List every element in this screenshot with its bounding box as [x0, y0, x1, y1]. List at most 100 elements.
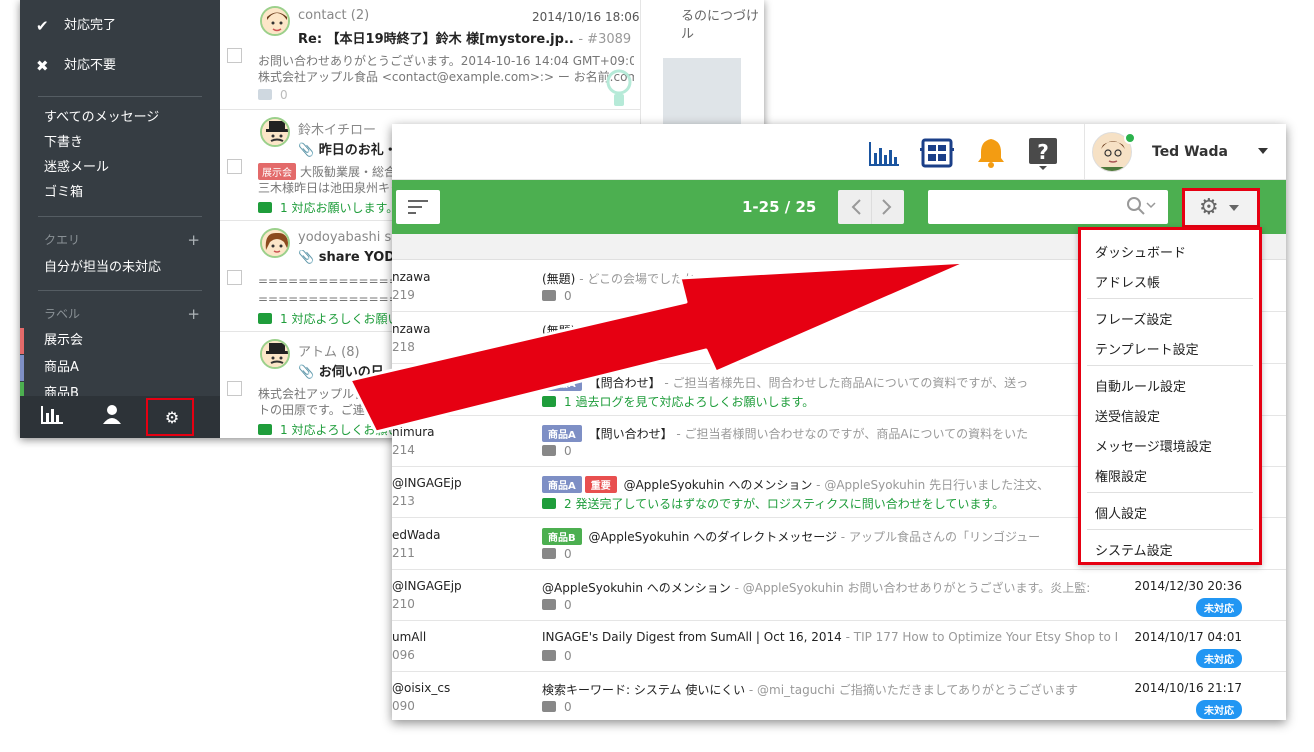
- message-id: 219: [392, 288, 415, 302]
- message-date: 2014/10/16 21:17: [1134, 681, 1242, 695]
- menu-divider: [1087, 492, 1253, 493]
- comment-count: 1 対応お願いします。: [258, 199, 398, 216]
- sidebar-item-trash[interactable]: ゴミ箱: [20, 181, 220, 205]
- comment-icon: [542, 290, 556, 301]
- sender-name: contact (2): [298, 8, 370, 23]
- add-label-icon[interactable]: +: [187, 302, 200, 326]
- table-row[interactable]: @oisix_cs 090 検索キーワード: システム 使いにくい - @mi_…: [392, 672, 1286, 720]
- menu-item-template-settings[interactable]: テンプレート設定: [1095, 339, 1199, 358]
- message-preview: - TIP 177 How to Optimize Your Etsy Shop…: [841, 630, 1117, 644]
- stats-icon[interactable]: [866, 136, 900, 170]
- sidebar-section-queries: クエリ +: [20, 228, 220, 252]
- header: ? Ted Wada: [392, 124, 1286, 180]
- add-query-icon[interactable]: +: [187, 228, 200, 252]
- comment-icon: [542, 498, 556, 509]
- pagination-text: 1-25 / 25: [742, 198, 817, 216]
- row-checkbox[interactable]: [227, 159, 242, 174]
- chevron-down-icon[interactable]: [1258, 148, 1268, 154]
- comment-icon: [258, 313, 272, 324]
- row-checkbox[interactable]: [227, 381, 242, 396]
- menu-item-personal[interactable]: 個人設定: [1095, 503, 1147, 522]
- comment-icon: [542, 599, 556, 610]
- comment-count: 0: [542, 700, 572, 714]
- menu-divider: [1087, 365, 1253, 366]
- menu-item-phrase-settings[interactable]: フレーズ設定: [1095, 309, 1172, 328]
- menu-item-dashboard[interactable]: ダッシュボード: [1095, 242, 1186, 261]
- search-icon[interactable]: [1126, 196, 1156, 220]
- preview-text: るのにつづけ ル: [681, 9, 760, 42]
- message-date: 2014/10/16 18:06: [532, 10, 640, 24]
- comment-icon: [542, 396, 556, 407]
- message-preview: 株式会社アップル食品 <contact@example.com>:> ー お名前…: [258, 70, 634, 84]
- user-name[interactable]: Ted Wada: [1152, 144, 1228, 160]
- comment-count: 1 対応よろしくお願いし: [258, 421, 411, 438]
- message-id: 090: [392, 699, 415, 713]
- sidebar-item-label: 対応不要: [64, 58, 117, 73]
- sidebar-item-done[interactable]: ✔ 対応完了: [20, 14, 220, 38]
- sidebar-label-expo[interactable]: 展示会: [20, 329, 220, 353]
- table-row[interactable]: @INGAGEjp 210 @AppleSyokuhin へのメンション - @…: [392, 570, 1286, 621]
- subject-text: 【問い合わせ】: [588, 427, 673, 441]
- subject-text: 検索キーワード: システム 使いにくい: [542, 683, 746, 697]
- bell-icon[interactable]: [974, 136, 1008, 170]
- menu-item-auto-rules[interactable]: 自動ルール設定: [1095, 376, 1186, 395]
- comment-text: 0: [564, 547, 572, 561]
- comment-count: 0: [542, 289, 572, 303]
- comment-text: 0: [564, 700, 572, 714]
- help-icon[interactable]: ?: [1026, 136, 1060, 170]
- sidebar-item-not-needed[interactable]: ✖ 対応不要: [20, 54, 220, 78]
- section-header: ラベル: [44, 307, 81, 321]
- comment-icon: [258, 424, 272, 435]
- sort-button[interactable]: [396, 190, 440, 224]
- message-preview: - @AppleSyokuhin お問い合わせありがとうございます。炎上監:: [730, 581, 1091, 595]
- sidebar-divider: [38, 216, 202, 217]
- sidebar-item-label: ゴミ箱: [44, 185, 84, 200]
- sidebar-divider: [38, 96, 202, 97]
- lightbulb-icon: [606, 69, 632, 106]
- comment-text: 1 対応お願いします。: [280, 201, 399, 215]
- sender-name: edWada: [392, 528, 441, 542]
- list-item[interactable]: contact (2) 2014/10/16 18:06 Re: 【本日19時終…: [220, 0, 640, 110]
- status-badge: 未対応: [1196, 700, 1242, 719]
- gear-icon: ⚙: [1199, 195, 1219, 220]
- message-subject: 検索キーワード: システム 使いにくい - @mi_taguchi ご指摘いただ…: [542, 681, 1117, 698]
- sidebar-item-spam[interactable]: 迷惑メール: [20, 156, 220, 180]
- message-preview: - 提: [575, 324, 600, 338]
- sidebar-item-label: 迷惑メール: [44, 160, 110, 175]
- menu-item-address-book[interactable]: アドレス帳: [1095, 272, 1160, 291]
- table-row[interactable]: umAll 096 INGAGE's Daily Digest from Sum…: [392, 621, 1286, 672]
- menu-item-message-env[interactable]: メッセージ環境設定: [1095, 436, 1212, 455]
- sidebar-label-product-b[interactable]: 商品B: [20, 382, 220, 396]
- sidebar-item-my-unhandled[interactable]: 自分が担当の未対応: [20, 256, 220, 280]
- comment-icon: [542, 445, 556, 456]
- comment-text: 0: [564, 341, 572, 355]
- row-checkbox[interactable]: [227, 270, 242, 285]
- menu-item-permissions[interactable]: 権限設定: [1095, 466, 1147, 485]
- menu-divider: [1087, 529, 1253, 530]
- menu-item-system[interactable]: システム設定: [1095, 540, 1173, 559]
- message-subject: (無題) - 提: [542, 322, 1117, 339]
- dashboard-icon[interactable]: [920, 136, 954, 170]
- message-id: 096: [392, 648, 415, 662]
- subject-text: @AppleSyokuhin へのメンション: [542, 581, 731, 595]
- sender-name: umAll: [392, 630, 427, 644]
- comment-count: 0: [542, 598, 572, 612]
- menu-item-send-receive[interactable]: 送受信設定: [1095, 406, 1160, 425]
- sidebar-item-all-messages[interactable]: すべてのメッセージ: [20, 106, 220, 130]
- stats-icon[interactable]: [38, 404, 66, 432]
- user-icon[interactable]: [98, 404, 126, 432]
- settings-button[interactable]: ⚙: [1182, 188, 1260, 228]
- sidebar-item-drafts[interactable]: 下書き: [20, 131, 220, 155]
- pagination-buttons: [838, 190, 904, 224]
- sidebar-item-label: 対応完了: [64, 18, 117, 33]
- message-preview: - @AppleSyokuhin 先日行いました注文、: [812, 478, 1050, 492]
- sidebar-item-label: 展示会: [44, 333, 84, 348]
- comment-icon: [542, 342, 556, 353]
- label-tag: 商品A: [542, 374, 582, 391]
- sender-name: nzawa: [392, 322, 431, 336]
- comment-icon: [258, 89, 272, 100]
- sidebar-label-product-a[interactable]: 商品A: [20, 356, 220, 380]
- chevron-left-icon[interactable]: [838, 190, 904, 224]
- comment-text: 0: [280, 88, 288, 102]
- row-checkbox[interactable]: [227, 48, 242, 63]
